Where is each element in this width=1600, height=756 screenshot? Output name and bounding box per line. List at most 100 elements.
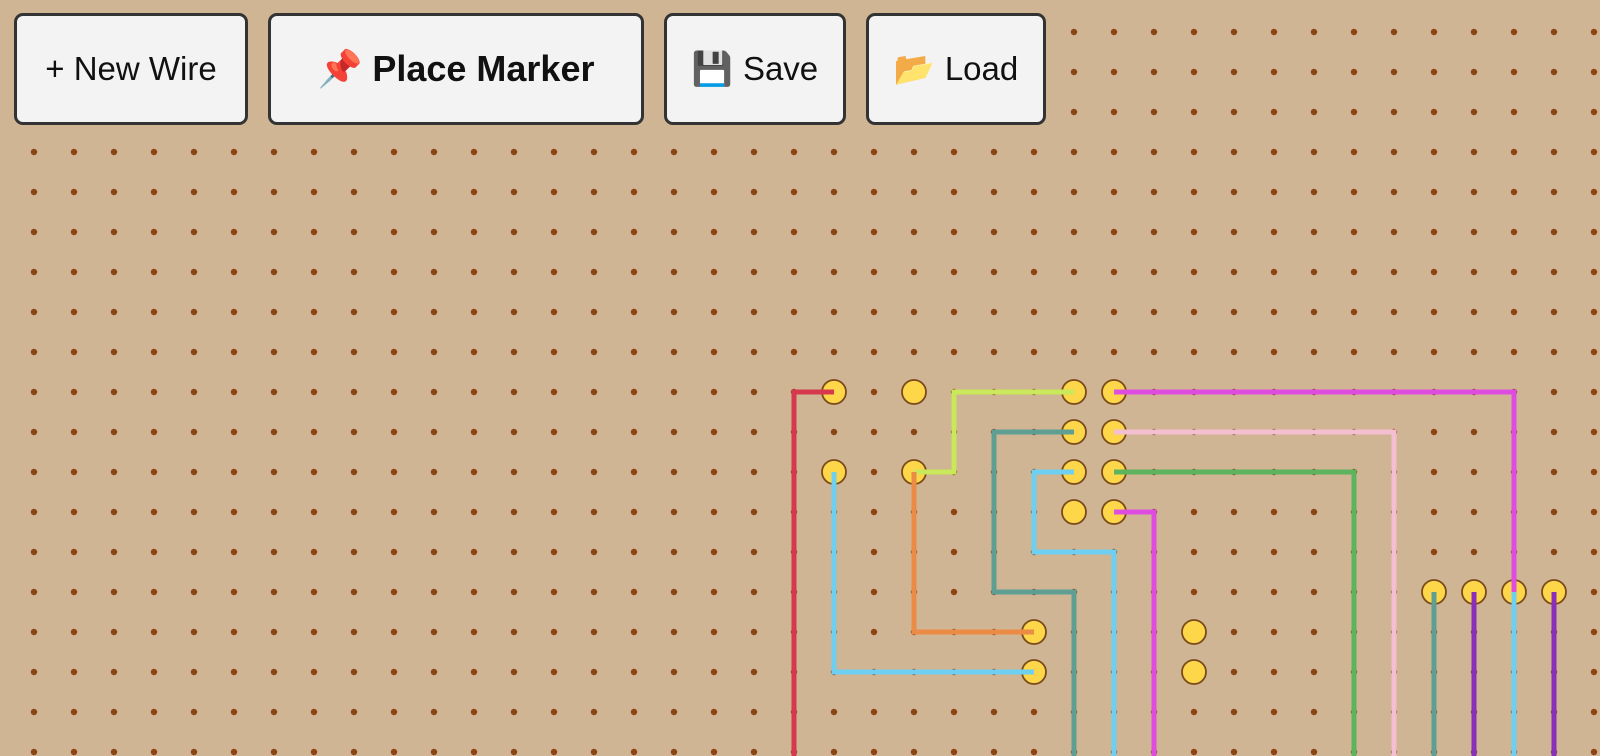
- board-hole[interactable]: [1030, 148, 1038, 156]
- board-hole[interactable]: [550, 188, 558, 196]
- wire[interactable]: [1114, 389, 1517, 592]
- board-hole[interactable]: [190, 548, 198, 556]
- board-hole[interactable]: [350, 668, 358, 676]
- board-hole[interactable]: [1230, 508, 1238, 516]
- board-hole[interactable]: [1590, 308, 1598, 316]
- board-hole[interactable]: [1550, 268, 1558, 276]
- board-hole[interactable]: [710, 548, 718, 556]
- board-hole[interactable]: [230, 708, 238, 716]
- board-hole[interactable]: [910, 708, 918, 716]
- board-hole[interactable]: [390, 668, 398, 676]
- board-hole[interactable]: [1590, 68, 1598, 76]
- board-hole[interactable]: [870, 748, 878, 756]
- board-hole[interactable]: [1430, 188, 1438, 196]
- board-hole[interactable]: [150, 308, 158, 316]
- board-hole[interactable]: [350, 428, 358, 436]
- board-hole[interactable]: [1310, 228, 1318, 236]
- board-hole[interactable]: [1270, 348, 1278, 356]
- board-hole[interactable]: [750, 188, 758, 196]
- board-hole[interactable]: [470, 268, 478, 276]
- board-hole[interactable]: [470, 428, 478, 436]
- board-hole[interactable]: [230, 188, 238, 196]
- board-hole[interactable]: [70, 748, 78, 756]
- board-hole[interactable]: [350, 588, 358, 596]
- board-hole[interactable]: [270, 628, 278, 636]
- board-hole[interactable]: [710, 588, 718, 596]
- wire[interactable]: [911, 472, 1034, 635]
- board-hole[interactable]: [670, 628, 678, 636]
- board-hole[interactable]: [870, 308, 878, 316]
- board-hole[interactable]: [1030, 708, 1038, 716]
- save-button[interactable]: 💾 Save: [664, 13, 846, 125]
- board-hole[interactable]: [110, 148, 118, 156]
- board-hole[interactable]: [590, 228, 598, 236]
- board-hole[interactable]: [110, 748, 118, 756]
- board-hole[interactable]: [270, 148, 278, 156]
- board-hole[interactable]: [1470, 68, 1478, 76]
- board-hole[interactable]: [30, 468, 38, 476]
- board-hole[interactable]: [990, 228, 998, 236]
- board-hole[interactable]: [1550, 148, 1558, 156]
- board-hole[interactable]: [870, 268, 878, 276]
- board-hole[interactable]: [870, 708, 878, 716]
- board-hole[interactable]: [350, 388, 358, 396]
- board-hole[interactable]: [630, 748, 638, 756]
- board-hole[interactable]: [550, 468, 558, 476]
- board-hole[interactable]: [1310, 308, 1318, 316]
- board-hole[interactable]: [1310, 548, 1318, 556]
- board-hole[interactable]: [750, 668, 758, 676]
- board-hole[interactable]: [750, 388, 758, 396]
- board-hole[interactable]: [1430, 228, 1438, 236]
- board-hole[interactable]: [710, 668, 718, 676]
- board-hole[interactable]: [390, 148, 398, 156]
- board-hole[interactable]: [630, 548, 638, 556]
- board-hole[interactable]: [630, 588, 638, 596]
- board-hole[interactable]: [1590, 188, 1598, 196]
- board-hole[interactable]: [510, 188, 518, 196]
- board-hole[interactable]: [70, 708, 78, 716]
- board-hole[interactable]: [830, 148, 838, 156]
- board-hole[interactable]: [830, 348, 838, 356]
- board-hole[interactable]: [190, 308, 198, 316]
- board-hole[interactable]: [510, 708, 518, 716]
- board-hole[interactable]: [390, 268, 398, 276]
- board-hole[interactable]: [1270, 588, 1278, 596]
- board-hole[interactable]: [1230, 548, 1238, 556]
- board-hole[interactable]: [630, 468, 638, 476]
- board-hole[interactable]: [510, 148, 518, 156]
- board-hole[interactable]: [150, 748, 158, 756]
- board-hole[interactable]: [350, 708, 358, 716]
- board-hole[interactable]: [1230, 588, 1238, 596]
- board-hole[interactable]: [910, 348, 918, 356]
- board-hole[interactable]: [430, 148, 438, 156]
- board-hole[interactable]: [870, 348, 878, 356]
- board-hole[interactable]: [1230, 628, 1238, 636]
- board-hole[interactable]: [470, 348, 478, 356]
- board-hole[interactable]: [1350, 108, 1358, 116]
- board-hole[interactable]: [1150, 68, 1158, 76]
- board-hole[interactable]: [1230, 708, 1238, 716]
- board-hole[interactable]: [430, 548, 438, 556]
- board-hole[interactable]: [1190, 508, 1198, 516]
- board-hole[interactable]: [750, 708, 758, 716]
- board-hole[interactable]: [150, 468, 158, 476]
- board-hole[interactable]: [270, 508, 278, 516]
- board-hole[interactable]: [1470, 308, 1478, 316]
- board-hole[interactable]: [270, 428, 278, 436]
- board-hole[interactable]: [1110, 148, 1118, 156]
- board-hole[interactable]: [1150, 28, 1158, 36]
- board-hole[interactable]: [350, 508, 358, 516]
- board-hole[interactable]: [870, 548, 878, 556]
- board-hole[interactable]: [1550, 108, 1558, 116]
- board-hole[interactable]: [30, 668, 38, 676]
- board-hole[interactable]: [390, 188, 398, 196]
- board-hole[interactable]: [230, 308, 238, 316]
- board-hole[interactable]: [670, 668, 678, 676]
- board-hole[interactable]: [750, 468, 758, 476]
- board-hole[interactable]: [990, 148, 998, 156]
- board-hole[interactable]: [30, 228, 38, 236]
- board-hole[interactable]: [950, 348, 958, 356]
- board-hole[interactable]: [1430, 68, 1438, 76]
- board-hole[interactable]: [510, 308, 518, 316]
- board-hole[interactable]: [630, 428, 638, 436]
